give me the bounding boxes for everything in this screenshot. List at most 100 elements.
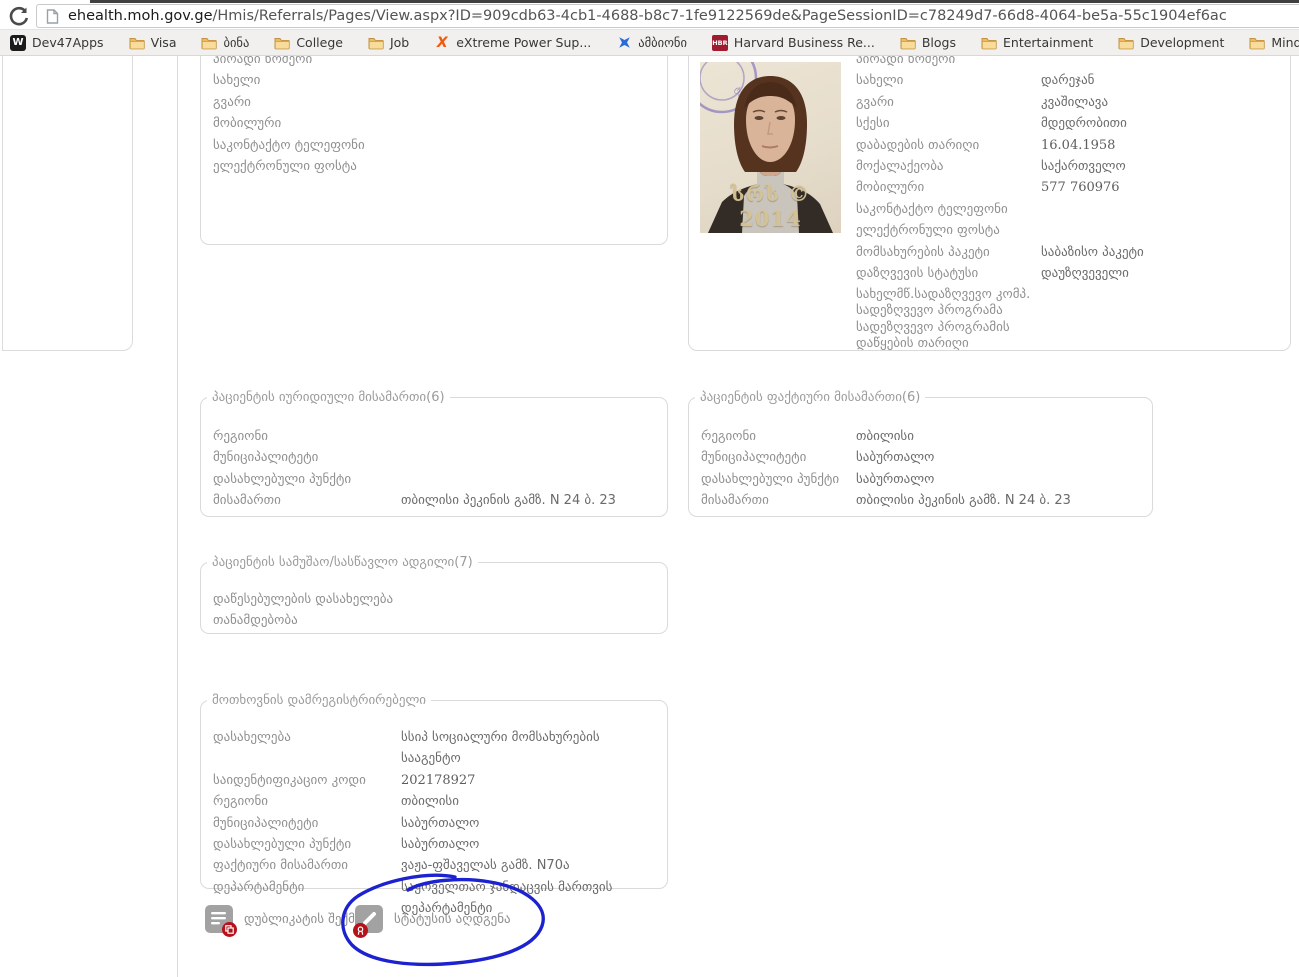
patient-photo: ტჟ სრს © 2014 xyxy=(700,62,841,233)
bookmark-item[interactable]: Visa xyxy=(129,35,177,51)
bookmark-item[interactable]: Blogs xyxy=(900,35,956,51)
field-label: სქესი xyxy=(856,116,890,132)
folder-icon xyxy=(1249,35,1266,51)
dev47apps-icon: W xyxy=(10,34,26,51)
field-label: ელექტრონული ფოსტა xyxy=(856,223,1000,239)
folder-icon xyxy=(201,35,218,51)
field-row: მოქალაქეობა საქართველო xyxy=(856,156,1280,177)
photo-watermark: სრს © 2014 xyxy=(730,181,811,231)
field-value: ვაჟა-ფშაველას გამზ. N70ა xyxy=(401,858,570,874)
field-label: სადეზღვევო პროგრამის დაწყების თარიღი xyxy=(856,319,1010,352)
field-row: სახელი xyxy=(213,70,667,91)
bookmark-item[interactable]: Entertainment xyxy=(981,35,1093,51)
field-label: მუნიციპალიტეტი xyxy=(213,450,319,466)
url-row: ehealth.moh.gov.ge/Hmis/Referrals/Pages/… xyxy=(0,3,1299,29)
bookmark-item[interactable]: Development xyxy=(1118,35,1224,51)
field-value: კვაშილავა xyxy=(1041,94,1109,110)
field-label: საიდენტიფიკაციო კოდი xyxy=(213,772,366,788)
duplicate-badge-icon xyxy=(222,922,237,937)
field-label: დასახლებული პუნქტი xyxy=(701,471,840,487)
field-value: 577 760976 xyxy=(1041,180,1120,196)
bookmark-label: eXtreme Power Sup... xyxy=(456,35,592,50)
url-domain: ehealth.moh.gov.ge xyxy=(68,8,213,24)
folder-icon xyxy=(274,35,290,51)
registrar-fieldset: მოთხოვნის დამრეგისტრირებელი დასახელება სს… xyxy=(200,693,668,916)
bookmark-item[interactable]: W Dev47Apps xyxy=(10,34,104,51)
section-title: პაციენტის იურიდიული მისამართი(6) xyxy=(212,390,445,405)
field-row: რეგიონი თბილისი xyxy=(701,426,1152,447)
field-row: სადეზღვევო პროგრამა xyxy=(856,303,1280,319)
bookmark-label: Development xyxy=(1140,35,1225,50)
bookmark-label: ბინა xyxy=(223,35,250,50)
folder-icon xyxy=(900,35,916,51)
bookmark-label: Visa xyxy=(150,35,177,50)
field-label: ფაქტიური მისამართი xyxy=(213,858,349,874)
field-value: მდედრობითი xyxy=(1041,116,1127,132)
bookmarks-bar: W Dev47Apps Visa ბინა College Job XeXtreme Pow… xyxy=(0,29,1299,56)
field-row: დასახლებული პუნქტი საბურთალო xyxy=(213,834,667,855)
field-row: გვარი xyxy=(213,92,667,113)
field-value: საქართველო xyxy=(1041,159,1126,175)
edit-pencil-icon xyxy=(353,905,383,938)
bookmark-item[interactable]: Job xyxy=(368,35,409,51)
restore-status-button[interactable]: სტატუსის აღდგენა xyxy=(353,905,511,938)
field-value: 16.04.1958 xyxy=(1041,137,1116,153)
field-value: საბურთალო xyxy=(856,450,935,466)
url-path: /Hmis/Referrals/Pages/View.aspx?ID=909cd… xyxy=(212,8,1227,24)
duplicate-document-icon xyxy=(205,905,237,937)
field-value: თბილისი პეკინის გამზ. N 24 ბ. 23 xyxy=(856,493,1071,509)
field-label: დაზღვევის სტატუსი xyxy=(856,266,979,282)
actual-address-fieldset: პაციენტის ფაქტიური მისამართი(6) რეგიონი თ… xyxy=(688,390,1153,517)
field-label: დასახლებული პუნქტი xyxy=(213,837,352,853)
field-value: საბურთალო xyxy=(401,815,480,831)
field-value: დაუზღვეველი xyxy=(1041,266,1129,282)
action-label: დუბლიკატის შექმნა xyxy=(244,911,369,927)
folder-icon xyxy=(368,35,384,51)
field-label: მუნიციპალიტეტი xyxy=(213,815,319,831)
url-text: ehealth.moh.gov.ge/Hmis/Referrals/Pages/… xyxy=(68,8,1227,24)
bookmark-label: Harvard Business Re... xyxy=(733,35,875,50)
field-row: მომსახურების პაკეტი საბაზისო პაკეტი xyxy=(856,242,1280,263)
folder-icon xyxy=(129,35,145,51)
field-row: რეგიონი თბილისი xyxy=(213,791,667,812)
bookmark-item[interactable]: College xyxy=(274,35,343,51)
field-label: მისამართი xyxy=(701,493,769,509)
field-row: საკონტაქტო ტელეფონი xyxy=(213,135,667,156)
field-value: საბაზისო პაკეტი xyxy=(1041,244,1144,260)
field-label: სახელი xyxy=(213,73,261,89)
bookmark-item[interactable]: XeXtreme Power Sup... xyxy=(434,35,591,51)
field-row: დასახლებული პუნქტი საბურთალო xyxy=(701,469,1152,490)
field-label: გვარი xyxy=(856,94,894,110)
browser-window: პირადი ნომერი სახელი გვარი მობილური საკონტაქ… xyxy=(0,0,1299,977)
browser-chrome: ehealth.moh.gov.ge/Hmis/Referrals/Pages/… xyxy=(0,0,1299,56)
field-row: საიდენტიფიკაციო კოდი 202178927 xyxy=(213,770,667,791)
bookmark-label: Job xyxy=(389,35,410,50)
url-bar[interactable]: ehealth.moh.gov.ge/Hmis/Referrals/Pages/… xyxy=(36,4,1299,28)
bookmark-label: Dev47Apps xyxy=(32,35,104,50)
field-row: მისამართი თბილისი პეკინის გამზ. N 24 ბ. 2… xyxy=(213,490,667,511)
field-row: მუნიციპალიტეტი საბურთალო xyxy=(701,447,1152,468)
bookmark-item[interactable]: ბინა xyxy=(201,35,249,51)
field-label: საკონტაქტო ტელეფონი xyxy=(213,137,365,153)
section-title: პაციენტის ფაქტიური მისამართი(6) xyxy=(700,390,921,405)
bookmark-item[interactable]: HBR Harvard Business Re... xyxy=(711,34,875,51)
legal-address-fieldset: პაციენტის იურიდიული მისამართი(6) რეგიონი… xyxy=(200,390,668,517)
field-row: მუნიციპალიტეტი xyxy=(213,447,667,468)
field-label: მობილური xyxy=(213,116,282,132)
bookmark-item[interactable]: ამბიონი xyxy=(616,35,687,51)
field-label: რეგიონი xyxy=(213,794,268,810)
field-row: მუნიციპალიტეტი საბურთალო xyxy=(213,813,667,834)
field-value: თბილისი xyxy=(856,429,914,444)
section-title: მოთხოვნის დამრეგისტრირებელი xyxy=(212,693,427,708)
create-duplicate-button[interactable]: დუბლიკატის შექმნა xyxy=(205,905,369,937)
bookmark-item[interactable]: Mind Tools xyxy=(1249,35,1299,51)
field-label: სადეზღვევო პროგრამა xyxy=(856,303,1003,319)
field-label: რეგიონი xyxy=(213,429,268,444)
work-place-fieldset: პაციენტის სამუშაო/სასწავლო ადგილი(7) დაწ… xyxy=(200,555,668,634)
field-row: ფაქტიური მისამართი ვაჟა-ფშაველას გამზ. N7… xyxy=(213,855,667,876)
field-value: საბურთალო xyxy=(856,471,935,487)
folder-icon xyxy=(1118,35,1134,51)
reload-icon[interactable] xyxy=(8,5,30,27)
field-row: დაზღვევის სტატუსი დაუზღვეველი xyxy=(856,263,1280,284)
field-label: რეგიონი xyxy=(701,429,756,444)
